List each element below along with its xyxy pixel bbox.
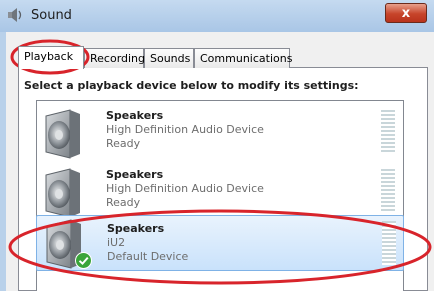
device-description: iU2	[107, 236, 126, 249]
title-bar[interactable]: Sound x	[0, 0, 434, 32]
device-description: High Definition Audio Device	[106, 182, 264, 195]
speaker-icon	[45, 109, 80, 159]
device-name: Speakers	[106, 168, 164, 181]
instruction-text: Select a playback device below to modify…	[24, 79, 359, 92]
device-row-selected[interactable]: Speakers iU2 Default Device	[36, 215, 404, 271]
speaker-icon	[8, 8, 22, 22]
device-row[interactable]: Speakers High Definition Audio Device Re…	[36, 163, 404, 221]
speaker-icon	[45, 168, 80, 218]
window-title: Sound	[31, 8, 72, 23]
tab-communications[interactable]: Communications	[194, 48, 292, 68]
sound-dialog: Sound x Playback Recording Sounds Commun…	[0, 0, 434, 291]
device-row[interactable]: Speakers High Definition Audio Device Re…	[36, 104, 404, 162]
device-name: Speakers	[107, 222, 165, 235]
tab-recording[interactable]: Recording	[84, 48, 145, 68]
volume-meter	[381, 110, 395, 154]
volume-meter	[382, 221, 396, 265]
device-status: Default Device	[107, 250, 189, 263]
device-description: High Definition Audio Device	[106, 123, 264, 136]
green-check-icon	[75, 252, 92, 269]
volume-meter	[381, 169, 395, 213]
tab-sounds[interactable]: Sounds	[144, 48, 194, 68]
device-name: Speakers	[106, 109, 164, 122]
device-status: Ready	[106, 137, 141, 150]
close-button[interactable]: x	[385, 3, 427, 23]
device-status: Ready	[106, 196, 141, 209]
tab-playback[interactable]: Playback	[18, 46, 84, 69]
